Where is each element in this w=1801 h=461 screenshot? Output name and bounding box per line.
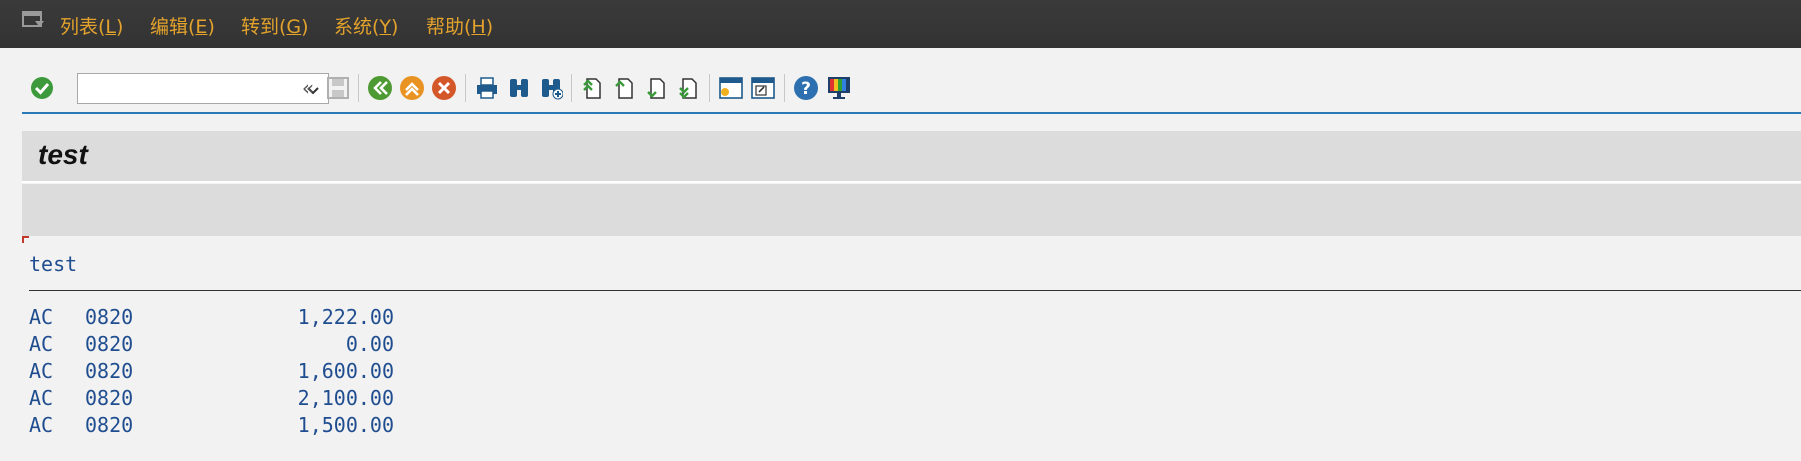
command-input[interactable] xyxy=(78,74,298,103)
find-icon[interactable] xyxy=(505,74,533,102)
menu-item-goto[interactable]: 转到(G) xyxy=(241,12,309,39)
list-header-rule xyxy=(29,290,1801,291)
standard-toolbar: « ? xyxy=(22,62,1801,114)
list-row[interactable]: AC 0820 1,500.00 xyxy=(29,412,394,439)
list-rows: AC 0820 1,222.00 AC 0820 0.00 AC 0820 1,… xyxy=(29,304,394,439)
list-header: test xyxy=(29,252,78,276)
toolbar-divider xyxy=(22,112,1801,114)
menu-bar: 列表(L) 编辑(E) 转到(G) 系统(Y) 帮助(H) xyxy=(0,0,1801,48)
row-amount: 1,600.00 xyxy=(297,359,394,383)
last-page-icon[interactable] xyxy=(675,74,703,102)
toolbar-separator xyxy=(358,74,359,102)
row-amount: 1,222.00 xyxy=(297,305,394,329)
collapse-command-icon[interactable]: « xyxy=(294,74,322,102)
list-row[interactable]: AC 0820 0.00 xyxy=(29,331,394,358)
previous-page-icon[interactable] xyxy=(611,74,639,102)
row-company: AC xyxy=(29,305,54,329)
print-icon[interactable] xyxy=(473,74,501,102)
menu-item-system[interactable]: 系统(Y) xyxy=(334,12,398,39)
row-code: 0820 xyxy=(85,359,134,383)
row-code: 0820 xyxy=(85,386,134,410)
page-title: test xyxy=(38,139,88,170)
svg-text:?: ? xyxy=(801,79,811,99)
list-row[interactable]: AC 0820 1,222.00 xyxy=(29,304,394,331)
shortcut-icon[interactable] xyxy=(749,74,777,102)
enter-check-icon[interactable] xyxy=(28,74,56,102)
back-icon[interactable] xyxy=(366,74,394,102)
cancel-icon[interactable] xyxy=(430,74,458,102)
next-page-icon[interactable] xyxy=(643,74,671,102)
toolbar-separator xyxy=(571,74,572,102)
first-page-icon[interactable] xyxy=(579,74,607,102)
row-amount: 0.00 xyxy=(345,332,394,356)
exit-icon[interactable] xyxy=(398,74,426,102)
row-amount: 2,100.00 xyxy=(297,386,394,410)
toolbar-separator xyxy=(465,74,466,102)
title-bar: test xyxy=(22,131,1801,181)
list-row[interactable]: AC 0820 2,100.00 xyxy=(29,385,394,412)
row-code: 0820 xyxy=(85,305,134,329)
row-company: AC xyxy=(29,386,54,410)
application-toolbar xyxy=(22,184,1801,236)
new-session-icon[interactable] xyxy=(717,74,745,102)
menu-item-edit[interactable]: 编辑(E) xyxy=(150,12,215,39)
row-company: AC xyxy=(29,413,54,437)
menu-item-help[interactable]: 帮助(H) xyxy=(426,12,493,39)
help-icon[interactable]: ? xyxy=(792,74,820,102)
command-field[interactable] xyxy=(77,73,329,104)
row-code: 0820 xyxy=(85,332,134,356)
row-code: 0820 xyxy=(85,413,134,437)
title-divider xyxy=(22,181,1801,183)
find-next-icon[interactable] xyxy=(537,74,565,102)
row-amount: 1,500.00 xyxy=(297,413,394,437)
menu-item-list[interactable]: 列表(L) xyxy=(60,12,123,39)
cursor-corner-marker xyxy=(22,236,29,243)
toolbar-separator xyxy=(709,74,710,102)
row-company: AC xyxy=(29,359,54,383)
list-row[interactable]: AC 0820 1,600.00 xyxy=(29,358,394,385)
system-menu-icon[interactable] xyxy=(22,11,46,31)
customize-layout-icon[interactable] xyxy=(825,74,853,102)
save-icon[interactable] xyxy=(324,74,352,102)
list-output: test AC 0820 1,222.00 AC 0820 0.00 AC 08… xyxy=(22,236,1801,461)
toolbar-separator xyxy=(784,74,785,102)
row-company: AC xyxy=(29,332,54,356)
